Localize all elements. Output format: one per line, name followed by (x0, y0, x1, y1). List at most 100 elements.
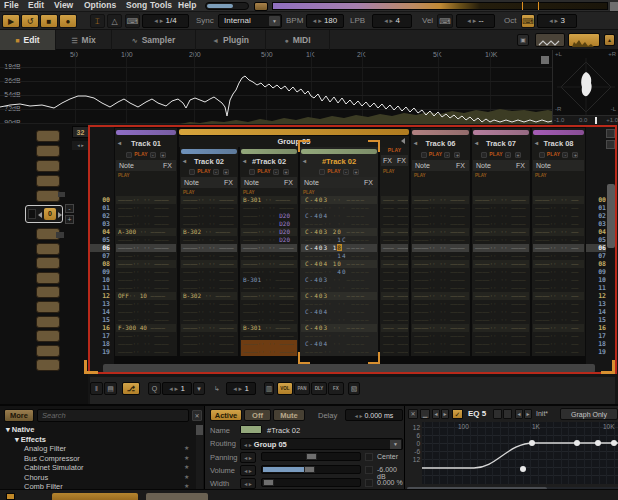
track-add-col-button[interactable]: + (454, 152, 460, 158)
pattern-cell[interactable]: ––––·· ·· –––– (181, 244, 237, 252)
pattern-cell[interactable]: ––––·· ·· –––– (412, 244, 469, 252)
tab-edit[interactable]: ■Edit (0, 30, 56, 50)
pattern-cell[interactable]: ––––·· ·· –– (533, 316, 584, 324)
pattern-cell[interactable]: ––––·· ·· –––– (412, 228, 469, 236)
pattern-cell[interactable]: ––––·· ·· –––– (116, 204, 176, 212)
track-play-label[interactable]: PLAY (429, 151, 443, 157)
pattern-cell[interactable]: ––– ––– (381, 204, 408, 212)
pattern-cell[interactable]: ––––·· ·· –––– (181, 260, 237, 268)
pattern-cell[interactable]: ––– ––– (381, 316, 408, 324)
quantize-icon[interactable]: Q (148, 382, 161, 395)
pattern-cell[interactable]: ––––·· ·· –– (533, 260, 584, 268)
track-collapse-button[interactable] (319, 169, 325, 175)
pattern-cell[interactable]: OFF·· 10 –––– (116, 292, 176, 300)
preset-next-button[interactable]: ▸ (524, 409, 532, 419)
pattern-cell[interactable]: ––– ––– (381, 292, 408, 300)
pattern-cell[interactable]: ––––·· ·· –––– (301, 316, 377, 324)
track-collapse-icon[interactable]: ◂ (183, 156, 186, 167)
pattern-cell[interactable]: ––– ––– (381, 236, 408, 244)
pattern-cell[interactable]: ––––·· ·· –––– (181, 276, 237, 284)
lane-button-2[interactable] (146, 493, 208, 500)
width-handle[interactable] (263, 479, 274, 486)
pattern-cell[interactable]: ––––·· ·· D20 (241, 228, 297, 236)
track-add-col-button[interactable]: + (515, 152, 521, 158)
routing-select[interactable]: ◂ ▸ Group 05▼ (240, 438, 403, 450)
track-collapse-icon[interactable]: ◂ (475, 138, 478, 149)
editstep-spinner[interactable]: ◂ ▸ 1 (226, 382, 256, 395)
track-add-col-button[interactable]: + (572, 152, 578, 158)
pattern-cell[interactable]: B-301 ·· –––– (241, 276, 297, 284)
track-color-swatch[interactable] (240, 425, 262, 434)
device-next-button[interactable]: ▸ (441, 409, 449, 419)
pattern-cell[interactable]: ––––·· ·· –– (533, 340, 584, 348)
panning-reset[interactable] (365, 453, 373, 461)
pattern-cell[interactable]: ––––·· ·· –– (533, 308, 584, 316)
pause-pattern-button[interactable]: ‖ (90, 382, 103, 395)
track-name[interactable]: Track 02◂ (180, 156, 238, 167)
pattern-cell[interactable]: ––––·· ·· –––– (116, 316, 176, 324)
pattern-cell[interactable]: ––––·· ·· –––– (181, 316, 237, 324)
record-button[interactable]: ● (59, 14, 77, 28)
pattern-cell[interactable]: ––––·· ·· –––– (412, 284, 469, 292)
pattern-cell[interactable]: ––––·· ·· –––– (412, 236, 469, 244)
matrix-block[interactable] (36, 272, 60, 284)
track-collapse-button[interactable] (421, 152, 427, 158)
pattern-cell[interactable]: ––––·· ·· –––– (473, 268, 529, 276)
panning-slider[interactable] (261, 452, 361, 461)
block-loop-button[interactable]: ▤ (104, 382, 117, 395)
pattern-cell[interactable]: C-403 ·· –––– (301, 196, 377, 204)
matrix-block[interactable] (36, 345, 60, 357)
pattern-cell[interactable]: ––––·· ·· –––– (301, 204, 377, 212)
menu-options[interactable]: Options (84, 0, 116, 11)
pattern-cell[interactable]: ––––·· ·· –––– (181, 340, 237, 348)
pattern-cell[interactable]: ––––·· ·· –––– (412, 220, 469, 228)
track-collapse-button[interactable] (189, 169, 195, 175)
pattern-cell[interactable]: C-403 20 –––– (301, 228, 377, 236)
pattern-cell[interactable]: ––––·· ·· –––– (412, 292, 469, 300)
matrix-block[interactable] (36, 286, 60, 298)
pattern-cell[interactable]: ––––·· ·· –––– (473, 228, 529, 236)
pattern-cell[interactable]: C-403 ·· –––– (301, 324, 377, 332)
track-add-col-button[interactable]: + (353, 169, 359, 175)
track-collapse-icon[interactable]: ◂ (303, 156, 306, 167)
pattern-cell[interactable]: ––– ––– (381, 252, 408, 260)
pattern-cell[interactable]: ––––·· ·· –––– (473, 252, 529, 260)
pattern-cell[interactable]: ––––·· ·· –––– (473, 324, 529, 332)
pattern-cell[interactable]: ––––·· ·· –––– (473, 220, 529, 228)
volume-reset[interactable] (365, 466, 373, 474)
pattern-cell[interactable]: ––––·· ·· –––– (412, 276, 469, 284)
pattern-cell[interactable]: ––––·· ·· –––– (116, 268, 176, 276)
pattern-cell[interactable]: ––––·· ·· –––– (116, 308, 176, 316)
menu-help[interactable]: Help (178, 0, 196, 11)
tab-midi[interactable]: ●MIDI (266, 30, 330, 50)
panning-spin[interactable]: ◂ ▸ (240, 452, 256, 463)
matrix-block[interactable] (36, 160, 60, 172)
oct-keyboard-button[interactable]: ⌨ (521, 14, 535, 28)
pattern-cell[interactable]: ––––·· ·· –––– (473, 284, 529, 292)
pattern-cell[interactable]: ––––·· 40 –––– (301, 268, 377, 276)
matrix-block[interactable] (36, 175, 60, 187)
track-color-bar[interactable] (473, 130, 529, 135)
pattern-cell[interactable]: ––– ––– (381, 196, 408, 204)
pattern-cell[interactable]: ––––·· ·· –––– (181, 268, 237, 276)
pattern-cell[interactable]: B-302 ·· –––– (181, 292, 237, 300)
menu-song[interactable]: Song (126, 0, 147, 11)
sequence-plus-button[interactable]: + (65, 215, 74, 224)
pattern-cell[interactable]: ––––·· ·· –––– (412, 212, 469, 220)
pattern-cell[interactable]: ––––·· ·· –––– (412, 340, 469, 348)
pattern-cell[interactable]: ––––·· ·· –––– (473, 316, 529, 324)
matrix-block[interactable] (36, 359, 60, 371)
pattern-cell[interactable]: ––––·· ·· –––– (181, 332, 237, 340)
pattern-cell[interactable]: ––––·· ·· –––– (301, 220, 377, 228)
pattern-cell[interactable]: ––––·· ·· –––– (181, 324, 237, 332)
track-add-col-button[interactable]: + (223, 169, 229, 175)
pattern-cell[interactable]: ––––·· ·· –––– (412, 332, 469, 340)
vel-keyboard-button[interactable]: ⌨ (437, 14, 453, 28)
menu-file[interactable]: File (4, 0, 19, 11)
loop-button[interactable]: ↺ (21, 14, 39, 28)
browser-scrollbar[interactable] (196, 425, 203, 435)
track-play-label[interactable]: PLAY (257, 168, 271, 174)
pattern-cell[interactable]: ––––·· ·· –––– (116, 260, 176, 268)
track-remove-col-button[interactable]: - (444, 152, 450, 158)
pattern-cell[interactable]: ––– ––– (381, 260, 408, 268)
